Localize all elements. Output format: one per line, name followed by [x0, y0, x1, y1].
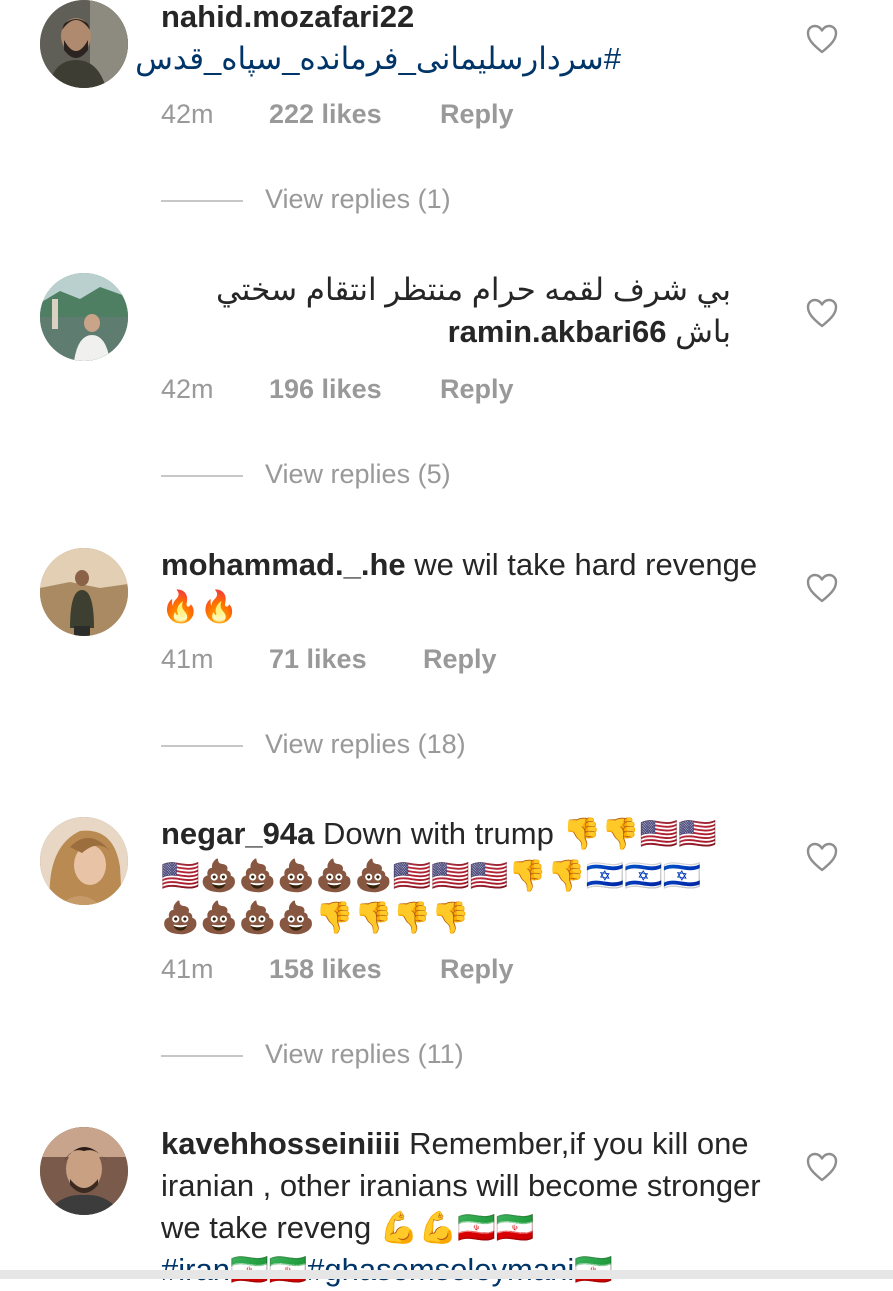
- comment-body: negar_94a Down with trump 👎👎🇺🇸🇺🇸 🇺🇸💩💩💩💩💩…: [161, 813, 771, 939]
- comment-body: بي شرف لقمه حرام منتظر انتقام سختي باش r…: [161, 269, 731, 353]
- bottom-edge: [0, 1270, 893, 1279]
- comment-username[interactable]: mohammad._.he: [161, 547, 406, 582]
- avatar[interactable]: [40, 548, 128, 636]
- comment-time: 41m: [161, 954, 214, 984]
- emoji-sequence: 👎👎🇺🇸🇺🇸: [562, 816, 717, 852]
- reply-button[interactable]: Reply: [423, 644, 497, 675]
- comment-username[interactable]: negar_94a: [161, 816, 314, 851]
- comment-body: nahid.mozafari22 #سردارسلیمانی_فرمانده_س…: [135, 0, 771, 80]
- emoji-sequence: 💪💪🇮🇷🇮🇷: [379, 1210, 535, 1246]
- comment-likes[interactable]: 222 likes: [269, 99, 382, 130]
- view-replies-label[interactable]: View replies (11): [265, 1039, 464, 1070]
- heart-outline-icon[interactable]: [806, 298, 838, 328]
- emoji-sequence: 💩💩💩💩👎👎👎👎: [161, 900, 470, 936]
- comment-username[interactable]: nahid.mozafari22: [161, 0, 414, 34]
- avatar[interactable]: [40, 817, 128, 905]
- divider: [161, 200, 243, 202]
- fire-emoji: 🔥🔥: [161, 589, 239, 625]
- divider: [161, 1055, 243, 1057]
- view-replies-label[interactable]: View replies (18): [265, 729, 466, 760]
- reply-button[interactable]: Reply: [440, 99, 514, 130]
- heart-outline-icon[interactable]: [806, 842, 838, 872]
- comment-time: 42m: [161, 374, 214, 404]
- emoji-sequence: 🇺🇸💩💩💩💩💩🇺🇸🇺🇸🇺🇸👎👎🇮🇱🇮🇱🇮🇱: [161, 858, 702, 894]
- heart-outline-icon[interactable]: [806, 573, 838, 603]
- comment-username[interactable]: ramin.akbari66: [448, 314, 667, 349]
- divider: [161, 475, 243, 477]
- comment-body: mohammad._.he we wil take hard revenge 🔥🔥: [161, 544, 771, 628]
- comment-text: Down with trump: [323, 816, 554, 851]
- comment-body: kavehhosseiniiii Remember,if you kill on…: [161, 1123, 771, 1291]
- heart-outline-icon[interactable]: [806, 1152, 838, 1182]
- comment-likes[interactable]: 71 likes: [269, 644, 367, 675]
- comment-username[interactable]: kavehhosseiniiii: [161, 1126, 401, 1161]
- comment-time: 42m: [161, 99, 214, 129]
- avatar[interactable]: [40, 273, 128, 361]
- view-replies-label[interactable]: View replies (1): [265, 184, 451, 215]
- comment-hashtag[interactable]: #سردارسلیمانی_فرمانده_سپاه_قدس: [135, 38, 621, 80]
- heart-outline-icon[interactable]: [806, 24, 838, 54]
- reply-button[interactable]: Reply: [440, 374, 514, 405]
- comment-likes[interactable]: 196 likes: [269, 374, 382, 405]
- avatar[interactable]: [40, 1127, 128, 1215]
- reply-button[interactable]: Reply: [440, 954, 514, 985]
- avatar[interactable]: [40, 0, 128, 88]
- divider: [161, 745, 243, 747]
- view-replies-label[interactable]: View replies (5): [265, 459, 451, 490]
- comment-time: 41m: [161, 644, 214, 674]
- comment-text: we wil take hard revenge: [414, 547, 758, 582]
- comment-likes[interactable]: 158 likes: [269, 954, 382, 985]
